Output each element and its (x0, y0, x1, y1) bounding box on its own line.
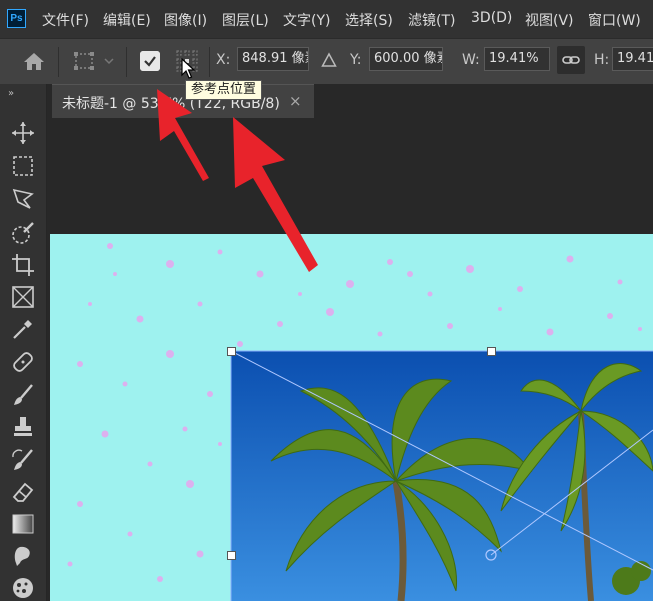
menu-bar: Ps 文件(F) 编辑(E) 图像(I) 图层(L) 文字(Y) 选择(S) 滤… (0, 0, 653, 38)
w-label: W: (462, 52, 480, 68)
menu-window[interactable]: 窗口(W) (588, 10, 641, 30)
menu-image[interactable]: 图像(I) (164, 10, 207, 30)
clone-stamp-tool-icon[interactable] (10, 414, 36, 440)
placed-photo[interactable] (231, 351, 653, 601)
menu-type[interactable]: 文字(Y) (283, 10, 330, 30)
h-label: H: (594, 52, 610, 68)
history-brush-tool-icon[interactable] (10, 447, 36, 473)
y-label: Y: (350, 52, 362, 68)
home-icon[interactable] (22, 51, 46, 71)
menu-3d[interactable]: 3D(D) (471, 10, 512, 26)
menu-file[interactable]: 文件(F) (42, 10, 89, 30)
transform-icon[interactable] (72, 51, 96, 71)
separator (209, 47, 210, 77)
transform-handle-top-left[interactable] (227, 347, 236, 356)
y-position-field[interactable]: 600.00 像素 (369, 47, 443, 71)
collapse-toolbar-icon[interactable]: » (8, 88, 14, 99)
delta-icon[interactable] (321, 52, 337, 68)
crop-tool-icon[interactable] (10, 252, 36, 278)
quick-select-tool-icon[interactable] (10, 220, 36, 246)
healing-brush-tool-icon[interactable] (10, 349, 36, 375)
document-tab[interactable]: 未标题-1 @ 53.7% (T22, RGB/8) × (52, 84, 314, 118)
separator (58, 47, 59, 77)
reference-point-checkbox[interactable] (140, 51, 160, 71)
height-field[interactable]: 19.41% (612, 47, 653, 71)
menu-filter[interactable]: 滤镜(T) (408, 10, 455, 30)
x-label: X: (216, 52, 231, 68)
brush-tool-icon[interactable] (10, 382, 36, 408)
close-icon[interactable]: × (289, 92, 302, 110)
transform-handle-top-middle[interactable] (487, 347, 496, 356)
reference-point-tooltip: 参考点位置 (185, 80, 263, 100)
lasso-tool-icon[interactable] (10, 186, 36, 212)
eraser-tool-icon[interactable] (10, 479, 36, 505)
transform-handle-middle-left[interactable] (227, 551, 236, 560)
width-field[interactable]: 19.41% (484, 47, 550, 71)
smudge-tool-icon[interactable] (10, 543, 36, 569)
menu-select[interactable]: 选择(S) (345, 10, 393, 30)
palm-trees-image (231, 351, 653, 601)
eyedropper-tool-icon[interactable] (10, 316, 36, 342)
move-tool-icon[interactable] (10, 120, 36, 146)
frame-tool-icon[interactable] (10, 284, 36, 310)
link-button[interactable] (557, 46, 585, 74)
sponge-tool-icon[interactable] (10, 575, 36, 601)
options-bar: X: 848.91 像素 Y: 600.00 像素 W: 19.41% H: 1… (0, 38, 653, 84)
menu-edit[interactable]: 编辑(E) (103, 10, 151, 30)
gradient-tool-icon[interactable] (10, 511, 36, 537)
menu-view[interactable]: 视图(V) (525, 10, 574, 30)
x-position-field[interactable]: 848.91 像素 (237, 47, 309, 71)
link-icon (562, 56, 580, 64)
marquee-tool-icon[interactable] (10, 153, 36, 179)
mouse-pointer-icon (181, 58, 195, 79)
photoshop-logo[interactable]: Ps (7, 9, 26, 28)
chevron-down-icon[interactable] (104, 57, 114, 65)
separator (126, 47, 127, 77)
menu-layer[interactable]: 图层(L) (222, 10, 269, 30)
